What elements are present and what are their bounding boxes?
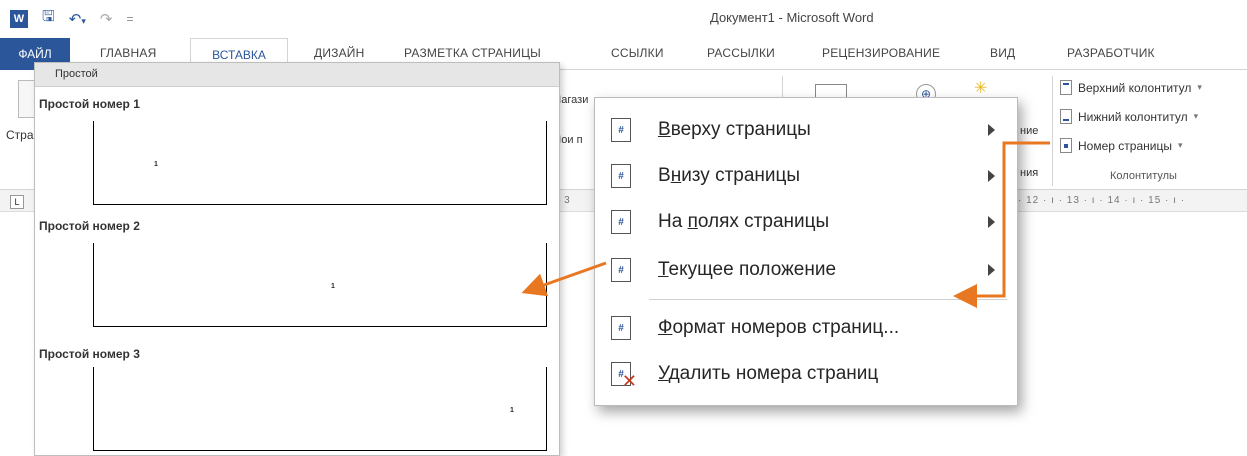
callout-arrows [521,141,1050,308]
callout-arrow-to-gallery [521,261,607,297]
callout-arrow-to-menu [953,141,1050,308]
